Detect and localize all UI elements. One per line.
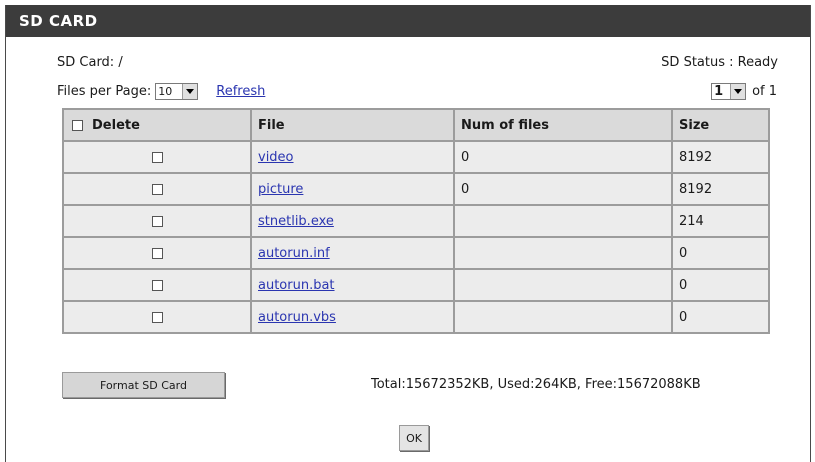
size-cell: 8192 bbox=[671, 140, 770, 174]
page-total: of 1 bbox=[752, 84, 777, 99]
format-sd-card-button[interactable]: Format SD Card bbox=[62, 372, 225, 398]
size-cell: 0 bbox=[671, 268, 770, 302]
file-cell: picture bbox=[250, 172, 455, 206]
delete-checkbox[interactable] bbox=[151, 247, 163, 259]
sd-card-path: SD Card: / bbox=[57, 55, 123, 70]
files-table: Delete File Num of files Size video 0 81… bbox=[62, 108, 770, 334]
delete-cell bbox=[62, 268, 252, 302]
file-cell: autorun.vbs bbox=[250, 300, 455, 334]
size-cell: 0 bbox=[671, 236, 770, 270]
header-delete: Delete bbox=[62, 108, 252, 142]
size-cell: 8192 bbox=[671, 172, 770, 206]
delete-checkbox[interactable] bbox=[151, 215, 163, 227]
delete-checkbox[interactable] bbox=[151, 311, 163, 323]
num-files-cell bbox=[453, 204, 673, 238]
file-link[interactable]: stnetlib.exe bbox=[258, 214, 334, 229]
file-link[interactable]: autorun.inf bbox=[258, 246, 330, 261]
delete-checkbox[interactable] bbox=[151, 183, 163, 195]
files-per-page-select[interactable]: 10 bbox=[155, 83, 199, 100]
header-delete-label: Delete bbox=[92, 117, 140, 133]
file-cell: stnetlib.exe bbox=[250, 204, 455, 238]
chevron-down-icon bbox=[730, 84, 746, 99]
table-row: picture 0 8192 bbox=[62, 172, 770, 206]
header-size: Size bbox=[671, 108, 770, 142]
delete-checkbox[interactable] bbox=[151, 151, 163, 163]
file-link[interactable]: autorun.vbs bbox=[258, 310, 336, 325]
delete-checkbox[interactable] bbox=[151, 279, 163, 291]
size-cell: 0 bbox=[671, 300, 770, 334]
ok-button[interactable]: OK bbox=[399, 425, 429, 451]
table-row: autorun.vbs 0 bbox=[62, 300, 770, 334]
header-file: File bbox=[250, 108, 455, 142]
page-selector-row: 1 of 1 bbox=[711, 83, 777, 100]
refresh-link[interactable]: Refresh bbox=[216, 84, 265, 99]
table-row: autorun.inf 0 bbox=[62, 236, 770, 270]
delete-cell bbox=[62, 204, 252, 238]
page-value: 1 bbox=[714, 84, 724, 99]
file-link[interactable]: picture bbox=[258, 182, 303, 197]
file-link[interactable]: autorun.bat bbox=[258, 278, 335, 293]
page-select[interactable]: 1 bbox=[711, 83, 747, 100]
delete-cell bbox=[62, 172, 252, 206]
num-files-cell bbox=[453, 300, 673, 334]
file-cell: autorun.bat bbox=[250, 268, 455, 302]
table-row: video 0 8192 bbox=[62, 140, 770, 174]
files-per-page-label: Files per Page: bbox=[57, 84, 152, 99]
chevron-down-icon bbox=[182, 84, 198, 99]
num-files-cell: 0 bbox=[453, 140, 673, 174]
file-link[interactable]: video bbox=[258, 150, 294, 165]
file-cell: autorun.inf bbox=[250, 236, 455, 270]
size-cell: 214 bbox=[671, 204, 770, 238]
delete-cell bbox=[62, 300, 252, 334]
num-files-cell: 0 bbox=[453, 172, 673, 206]
section-title: SD CARD bbox=[6, 5, 810, 37]
storage-totals: Total:15672352KB, Used:264KB, Free:15672… bbox=[371, 377, 701, 392]
delete-cell bbox=[62, 140, 252, 174]
file-cell: video bbox=[250, 140, 455, 174]
num-files-cell bbox=[453, 268, 673, 302]
header-num-of-files: Num of files bbox=[453, 108, 673, 142]
files-per-page-row: Files per Page: 10 Refresh bbox=[57, 83, 265, 100]
num-files-cell bbox=[453, 236, 673, 270]
sd-status: SD Status : Ready bbox=[661, 55, 778, 70]
table-row: stnetlib.exe 214 bbox=[62, 204, 770, 238]
files-per-page-value: 10 bbox=[158, 85, 173, 98]
table-row: autorun.bat 0 bbox=[62, 268, 770, 302]
delete-cell bbox=[62, 236, 252, 270]
select-all-checkbox[interactable] bbox=[72, 119, 83, 131]
table-header-row: Delete File Num of files Size bbox=[62, 108, 770, 142]
